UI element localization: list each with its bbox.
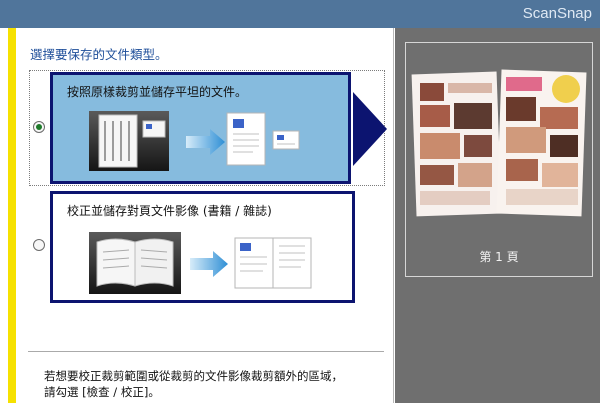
title-bar: ScanSnap xyxy=(0,0,600,28)
page-title: 選擇要保存的文件類型。 xyxy=(30,47,168,62)
option-book-card[interactable]: 校正並儲存對頁文件影像 (書籍 / 雜誌) xyxy=(50,191,355,303)
preview-panel: 第 1 頁 xyxy=(395,28,600,403)
radio-option-flat[interactable] xyxy=(33,121,45,133)
selection-pointer-arrow xyxy=(353,92,387,166)
preview-thumbnail[interactable]: 第 1 頁 xyxy=(405,42,593,277)
section-divider xyxy=(28,351,384,352)
book-document-illustration xyxy=(89,232,312,294)
magazine-preview-image xyxy=(411,69,587,217)
hint-line-2: 請勾選 [檢查 / 校正]。 xyxy=(44,385,160,399)
option-book-label: 校正並儲存對頁文件影像 (書籍 / 雜誌) xyxy=(67,204,272,218)
radio-option-book[interactable] xyxy=(33,239,45,251)
option-flat-label: 按照原樣裁剪並儲存平坦的文件。 xyxy=(67,85,248,99)
option-flat-card[interactable]: 按照原樣裁剪並儲存平坦的文件。 xyxy=(50,72,351,184)
page-number-label: 第 1 頁 xyxy=(479,250,519,264)
hint-line-1: 若想要校正裁剪範圍或從裁剪的文件影像裁剪額外的區域， xyxy=(44,369,343,383)
app-title: ScanSnap xyxy=(522,5,592,22)
accent-strip xyxy=(8,28,16,403)
hint-text: 若想要校正裁剪範圍或從裁剪的文件影像裁剪額外的區域， 請勾選 [檢查 / 校正]… xyxy=(44,368,343,400)
flat-document-illustration xyxy=(89,111,300,171)
